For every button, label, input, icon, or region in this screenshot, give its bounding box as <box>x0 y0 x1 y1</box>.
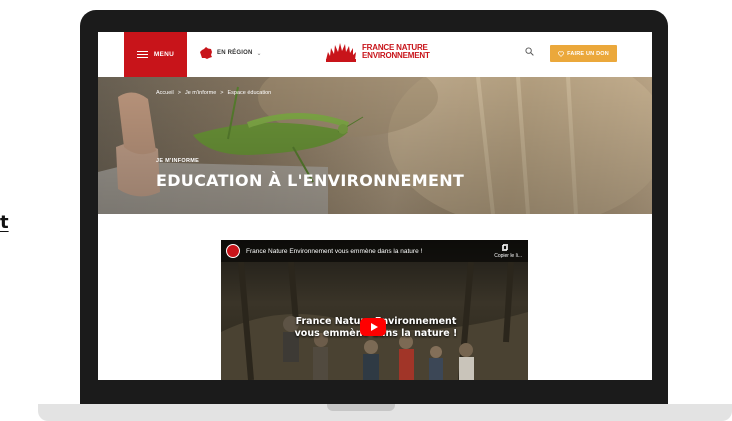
france-map-icon <box>200 47 212 59</box>
breadcrumb-je-m-informe[interactable]: Je m'informe <box>185 90 216 96</box>
video-play-button[interactable] <box>360 318 386 336</box>
laptop-notch <box>327 404 395 411</box>
copy-link-label[interactable]: Copier le li... <box>494 253 522 259</box>
donate-label: FAIRE UN DON <box>567 50 609 57</box>
breadcrumb-current: Espace éducation <box>227 90 272 96</box>
breadcrumb-separator: > <box>220 90 224 96</box>
page-title: EDUCATION À L'ENVIRONNEMENT <box>156 171 465 190</box>
logo-line-2: ENVIRONNEMENT <box>362 51 430 60</box>
youtube-video-embed[interactable]: France Nature Environnement vous emmène … <box>221 240 528 380</box>
partial-underlined-text[interactable]: t <box>0 212 9 233</box>
breadcrumb-home[interactable]: Accueil <box>156 90 174 96</box>
fne-logo[interactable]: FRANCE NATURE ENVIRONNEMENT <box>324 42 430 62</box>
region-label: EN RÉGION <box>217 50 253 56</box>
laptop-screen: MENU EN RÉGION ⌄ FRANCE NATURE ENVIRONNE… <box>98 32 652 380</box>
donate-button[interactable]: FAIRE UN DON <box>550 45 617 62</box>
hero-eyebrow: JE M'INFORME <box>156 158 200 164</box>
breadcrumb-separator: > <box>177 90 181 96</box>
region-dropdown[interactable]: EN RÉGION ⌄ <box>200 47 262 59</box>
chevron-down-icon: ⌄ <box>256 50 262 57</box>
play-icon <box>370 323 378 331</box>
heart-icon <box>558 50 565 57</box>
laptop-frame: MENU EN RÉGION ⌄ FRANCE NATURE ENVIRONNE… <box>80 10 668 406</box>
video-title-bar: France Nature Environnement vous emmène … <box>221 240 528 262</box>
menu-label: MENU <box>153 51 175 58</box>
copy-link-icon[interactable] <box>502 244 508 251</box>
hedgehog-logo-icon <box>326 43 356 62</box>
hamburger-icon <box>136 50 148 59</box>
channel-avatar[interactable] <box>226 244 240 258</box>
menu-button[interactable]: MENU <box>124 32 187 77</box>
site-header: MENU EN RÉGION ⌄ FRANCE NATURE ENVIRONNE… <box>98 32 652 77</box>
search-icon[interactable] <box>525 47 534 56</box>
video-title[interactable]: France Nature Environnement vous emmène … <box>246 248 422 255</box>
hero-banner: Accueil > Je m'informe > Espace éducatio… <box>98 77 652 214</box>
breadcrumb: Accueil > Je m'informe > Espace éducatio… <box>156 90 271 96</box>
